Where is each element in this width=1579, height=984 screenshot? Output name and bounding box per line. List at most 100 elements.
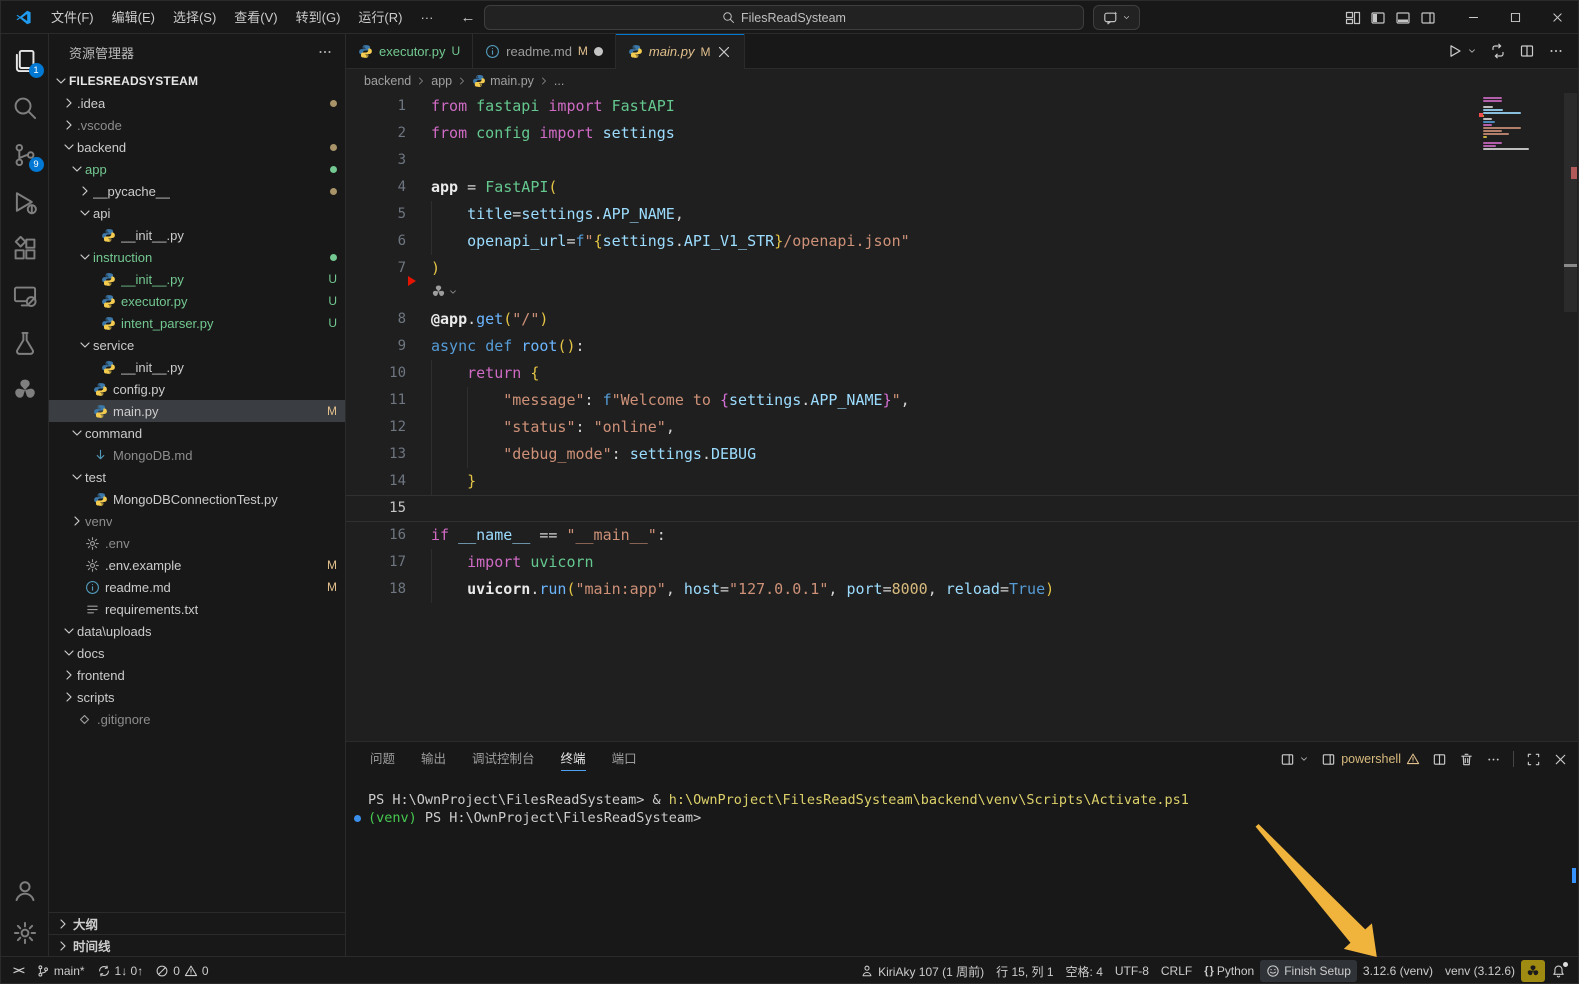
close-panel-icon[interactable]	[1553, 752, 1568, 767]
tree-item-vscode[interactable]: .vscode	[49, 114, 345, 136]
tree-item-init-py[interactable]: __init__.pyU	[49, 268, 345, 290]
activity-explorer[interactable]: 1	[12, 48, 38, 74]
chevron-down-icon[interactable]	[1299, 754, 1309, 764]
open-changes-icon[interactable]	[1490, 43, 1506, 59]
tab-main-py[interactable]: main.pyM	[616, 34, 746, 69]
panel-tab-item[interactable]: 问题	[370, 743, 395, 775]
inline-ai-widget[interactable]	[431, 284, 458, 299]
tree-item-init-py[interactable]: __init__.py	[49, 224, 345, 246]
activity-extension-pinwheel[interactable]	[12, 377, 38, 403]
panel-tab-item[interactable]: 端口	[612, 743, 637, 775]
code-editor[interactable]: 1from fastapi import FastAPI2from config…	[346, 93, 1578, 741]
tree-item-main-py[interactable]: main.pyM	[49, 400, 345, 422]
activity-settings[interactable]	[12, 920, 38, 946]
maximize-panel-icon[interactable]	[1526, 752, 1541, 767]
tab-readme-md[interactable]: readme.mdM	[473, 34, 616, 68]
tree-item-requirements-txt[interactable]: requirements.txt	[49, 598, 345, 620]
status-indentation[interactable]: 空格: 4	[1060, 960, 1109, 982]
tree-item-command[interactable]: command	[49, 422, 345, 444]
menu-view[interactable]: 查看(V)	[225, 1, 286, 34]
tree-item-env-example[interactable]: .env.exampleM	[49, 554, 345, 576]
sidebar-section-0[interactable]: 大纲	[49, 912, 345, 934]
menu-file[interactable]: 文件(F)	[42, 1, 103, 34]
panel-tab-item[interactable]: 终端	[561, 743, 586, 775]
tree-item-docs[interactable]: docs	[49, 642, 345, 664]
status-git-sync[interactable]: 1↓ 0↑	[91, 960, 150, 982]
close-tab-icon[interactable]	[716, 44, 732, 60]
menu-run[interactable]: 运行(R)	[349, 1, 411, 34]
activity-source-control[interactable]: 9	[12, 142, 38, 168]
tree-item-mongodbconnectiontest-py[interactable]: MongoDBConnectionTest.py	[49, 488, 345, 510]
close-button[interactable]	[1536, 1, 1578, 34]
status-eol[interactable]: CRLF	[1155, 960, 1198, 982]
more-actions-icon[interactable]	[1548, 43, 1564, 59]
status-venv-indicator[interactable]: venv (3.12.6)	[1439, 960, 1521, 982]
tree-item-backend[interactable]: backend	[49, 136, 345, 158]
breadcrumb-item-app[interactable]: app	[431, 74, 452, 88]
tree-item-intent-parser-py[interactable]: intent_parser.pyU	[49, 312, 345, 334]
kill-terminal-icon[interactable]	[1459, 752, 1474, 767]
breadcrumb-item-item[interactable]: ...	[554, 74, 564, 88]
status-notifications[interactable]	[1545, 960, 1572, 982]
maximize-button[interactable]	[1494, 1, 1536, 34]
panel-tab-item[interactable]: 输出	[421, 743, 446, 775]
sidebar-section-1[interactable]: 时间线	[49, 934, 345, 956]
tree-item-idea[interactable]: .idea	[49, 92, 345, 114]
menu-more[interactable]: ···	[411, 1, 442, 34]
status-language-mode[interactable]: { }Python	[1198, 960, 1260, 982]
tree-item-env[interactable]: .env	[49, 532, 345, 554]
panel-tab-item[interactable]: 调试控制台	[472, 743, 535, 775]
tree-item-scripts[interactable]: scripts	[49, 686, 345, 708]
menu-selection[interactable]: 选择(S)	[164, 1, 225, 34]
toggle-panel-icon[interactable]	[1395, 10, 1411, 26]
tree-item-service[interactable]: service	[49, 334, 345, 356]
run-python-icon[interactable]	[1447, 43, 1463, 59]
tab-executor-py[interactable]: executor.pyU	[346, 34, 473, 68]
tree-item-venv[interactable]: venv	[49, 510, 345, 532]
menu-go[interactable]: 转到(G)	[287, 1, 350, 34]
tree-item-data-uploads[interactable]: data\uploads	[49, 620, 345, 642]
command-center-search[interactable]: FilesReadSysteam	[484, 5, 1084, 30]
tree-item-mongodb-md[interactable]: MongoDB.md	[49, 444, 345, 466]
tree-item-gitignore[interactable]: .gitignore	[49, 708, 345, 730]
tree-item-init-py[interactable]: __init__.py	[49, 356, 345, 378]
status-encoding[interactable]: UTF-8	[1109, 960, 1155, 982]
toggle-sidebar-icon[interactable]	[1370, 10, 1386, 26]
back-icon[interactable]: ←	[460, 9, 475, 26]
breadcrumb-item-main-py[interactable]: main.py	[490, 74, 534, 88]
minimize-button[interactable]	[1452, 1, 1494, 34]
tree-item-instruction[interactable]: instruction	[49, 246, 345, 268]
tree-item-readme-md[interactable]: readme.mdM	[49, 576, 345, 598]
tree-item-test[interactable]: test	[49, 466, 345, 488]
more-actions-icon[interactable]	[317, 44, 333, 60]
terminal-list-item[interactable]: powershell	[1321, 752, 1420, 767]
split-terminal-icon[interactable]	[1432, 752, 1447, 767]
status-git-branch[interactable]: main*	[30, 960, 91, 982]
activity-run-debug[interactable]	[12, 189, 38, 215]
activity-testing[interactable]	[12, 330, 38, 356]
terminal-output[interactable]: PS H:\OwnProject\FilesReadSysteam> & h:\…	[346, 776, 1578, 956]
copilot-chat-button[interactable]	[1093, 5, 1140, 30]
tree-root[interactable]: FILESREADSYSTEAM	[49, 70, 345, 92]
customize-layout-icon[interactable]	[1345, 10, 1361, 26]
status-extension-gold[interactable]	[1521, 960, 1545, 982]
minimap[interactable]	[1483, 97, 1533, 151]
menu-edit[interactable]: 编辑(E)	[103, 1, 164, 34]
editor-scrollbar[interactable]	[1564, 93, 1577, 312]
more-actions-icon[interactable]	[1486, 752, 1501, 767]
tree-item-executor-py[interactable]: executor.pyU	[49, 290, 345, 312]
activity-account[interactable]	[12, 878, 38, 904]
activity-search[interactable]	[12, 95, 38, 121]
activity-remote-explorer[interactable]	[12, 283, 38, 309]
activity-extensions[interactable]	[12, 236, 38, 262]
launch-profile-icon[interactable]	[1280, 752, 1295, 767]
tree-item-frontend[interactable]: frontend	[49, 664, 345, 686]
status-remote-indicator[interactable]: ><	[7, 960, 30, 982]
status-cursor-position[interactable]: 行 15, 列 1	[990, 960, 1059, 982]
tree-item-pycache[interactable]: __pycache__	[49, 180, 345, 202]
status-finish-setup[interactable]: Finish Setup	[1260, 960, 1357, 982]
status-blame-info[interactable]: KiriAky 107 (1 周前)	[854, 960, 990, 982]
run-dropdown-chevron-icon[interactable]	[1467, 46, 1477, 56]
tree-item-app[interactable]: app	[49, 158, 345, 180]
tree-item-api[interactable]: api	[49, 202, 345, 224]
